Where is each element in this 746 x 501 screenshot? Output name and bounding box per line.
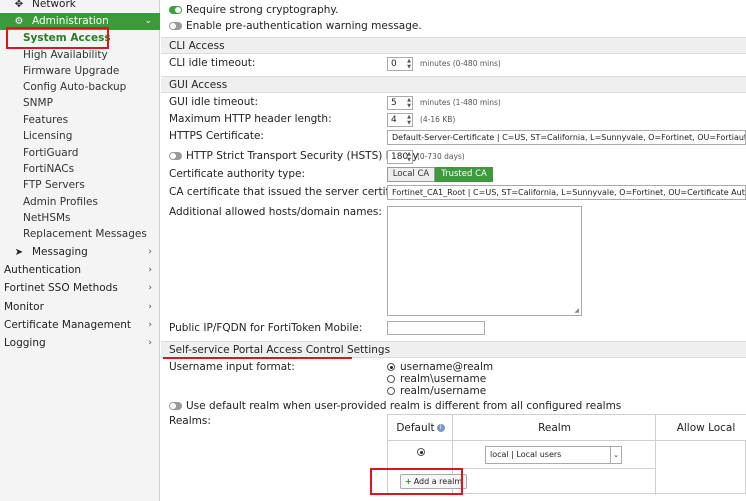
sidebar-item-snmp[interactable]: SNMP <box>0 95 160 112</box>
resize-handle-icon[interactable]: ◢ <box>574 307 579 314</box>
chevron-right-icon: › <box>148 283 152 293</box>
local-ca-button[interactable]: Local CA <box>387 167 435 182</box>
strong-crypto-toggle[interactable] <box>169 6 182 14</box>
stepper-icon[interactable]: ▲ ▼ <box>406 58 412 70</box>
realms-label: Realms: <box>169 415 211 427</box>
col-header-default: Default i <box>388 415 453 441</box>
format-realm-backslash-label: realm\username <box>400 373 487 385</box>
sidebar-item-certificate-management[interactable]: Certificate Management › <box>0 317 160 334</box>
chevron-right-icon: › <box>148 338 152 348</box>
stepper-icon[interactable]: ▲ ▼ <box>406 151 412 163</box>
chevron-down-icon: ⌄ <box>144 16 152 26</box>
cli-idle-input[interactable]: 0 ▲ ▼ <box>387 57 413 71</box>
realm-select[interactable]: local | Local users ⌄ <box>485 446 622 464</box>
portal-heading: Self-service Portal Access Control Setti… <box>161 341 746 358</box>
gui-idle-label: GUI idle timeout: <box>169 96 259 108</box>
format-realm-slash-label: realm/username <box>400 385 487 397</box>
sidebar-item-fortinet-sso-methods[interactable]: Fortinet SSO Methods › <box>0 280 160 297</box>
sidebar-item-admin-profiles[interactable]: Admin Profiles <box>0 194 160 211</box>
format-realm-slash-radio[interactable] <box>387 387 395 395</box>
annotation-highlight-add-realm <box>370 468 463 495</box>
http-header-hint: (4-16 KB) <box>420 115 456 124</box>
chevron-right-icon: › <box>148 265 152 275</box>
cli-access-heading: CLI Access <box>161 37 746 54</box>
sidebar-item-fortinacs[interactable]: FortiNACs <box>0 161 160 178</box>
fqdn-label: Public IP/FQDN for FortiToken Mobile: <box>169 322 363 334</box>
annotation-highlight-system-access <box>6 27 109 49</box>
chevron-down-icon: ⌄ <box>610 447 621 463</box>
ca-cert-label: CA certificate that issued the server ce… <box>169 186 419 198</box>
fqdn-input[interactable] <box>387 321 485 335</box>
format-username-at-realm-radio[interactable] <box>387 363 395 371</box>
allowed-hosts-label: Additional allowed hosts/domain names: <box>169 206 382 218</box>
format-realm-backslash-radio[interactable] <box>387 375 395 383</box>
realm-default-radio[interactable] <box>417 448 425 456</box>
sidebar-item-nethsms[interactable]: NetHSMs <box>0 210 160 227</box>
hsts-hint: (0-730 days) <box>417 152 465 161</box>
stepper-icon[interactable]: ▲ ▼ <box>406 97 412 109</box>
cli-idle-hint: minutes (0-480 mins) <box>420 59 501 68</box>
sidebar-item-logging[interactable]: Logging › <box>0 335 160 352</box>
allowed-hosts-textarea[interactable]: ◢ <box>387 206 582 316</box>
stepper-icon[interactable]: ▲ ▼ <box>406 114 412 126</box>
sidebar-item-authentication[interactable]: Authentication › <box>0 262 160 279</box>
cli-idle-label: CLI idle timeout: <box>169 57 256 69</box>
gui-access-heading: GUI Access <box>161 76 746 93</box>
hsts-input[interactable]: 180 ▲ ▼ <box>387 150 413 164</box>
preauth-warning-toggle[interactable] <box>169 22 182 30</box>
sidebar-item-firmware-upgrade[interactable]: Firmware Upgrade <box>0 63 160 80</box>
https-cert-label: HTTPS Certificate: <box>169 130 264 142</box>
sidebar-item-ftp-servers[interactable]: FTP Servers <box>0 177 160 194</box>
sidebar-item-features[interactable]: Features <box>0 112 160 129</box>
http-header-label: Maximum HTTP header length: <box>169 113 332 125</box>
username-format-label: Username input format: <box>169 361 295 373</box>
chevron-right-icon: › <box>148 320 152 330</box>
sidebar-item-fortiguard[interactable]: FortiGuard <box>0 145 160 162</box>
chevron-right-icon: › <box>148 247 152 257</box>
annotation-underline-portal-heading <box>163 357 352 359</box>
ca-type-label: Certificate authority type: <box>169 168 306 180</box>
sidebar-item-config-auto-backup[interactable]: Config Auto-backup <box>0 79 160 96</box>
hsts-row: HTTP Strict Transport Security (HSTS) Ex… <box>169 148 419 164</box>
sidebar-item-licensing[interactable]: Licensing <box>0 128 160 145</box>
default-realm-toggle[interactable] <box>169 402 182 410</box>
main-panel: Require strong cryptography. Enable pre-… <box>161 0 746 501</box>
col-header-allow-local: Allow Local <box>656 415 746 441</box>
chevron-right-icon: › <box>148 302 152 312</box>
sidebar-item-network[interactable]: ✥ Network <box>0 0 160 13</box>
network-icon: ✥ <box>14 0 24 10</box>
preauth-warning-row: Enable pre-authentication warning messag… <box>169 18 422 34</box>
sidebar-item-high-availability[interactable]: High Availability <box>0 47 160 64</box>
col-header-realm: Realm <box>453 415 656 441</box>
http-header-input[interactable]: 4 ▲ ▼ <box>387 113 413 127</box>
gui-idle-input[interactable]: 5 ▲ ▼ <box>387 96 413 110</box>
format-username-at-realm-label: username@realm <box>400 361 494 373</box>
strong-crypto-row: Require strong cryptography. <box>169 2 338 18</box>
sidebar-item-monitor[interactable]: Monitor › <box>0 299 160 316</box>
paper-plane-icon: ➤ <box>14 247 24 258</box>
info-icon[interactable]: i <box>436 424 445 432</box>
ca-cert-select[interactable]: Fortinet_CA1_Root | C=US, ST=California,… <box>387 185 746 200</box>
trusted-ca-button[interactable]: Trusted CA <box>435 167 493 182</box>
sidebar: ✥ Network ⚙ Administration ⌄ System Access… <box>0 0 160 501</box>
hsts-toggle[interactable] <box>169 152 182 160</box>
https-cert-select[interactable]: Default-Server-Certificate | C=US, ST=Ca… <box>387 130 746 145</box>
sidebar-item-messaging[interactable]: ➤ Messaging › <box>0 244 160 261</box>
default-realm-row: Use default realm when user-provided rea… <box>169 398 621 414</box>
gui-idle-hint: minutes (1-480 mins) <box>420 98 501 107</box>
sidebar-item-replacement-messages[interactable]: Replacement Messages <box>0 226 160 243</box>
